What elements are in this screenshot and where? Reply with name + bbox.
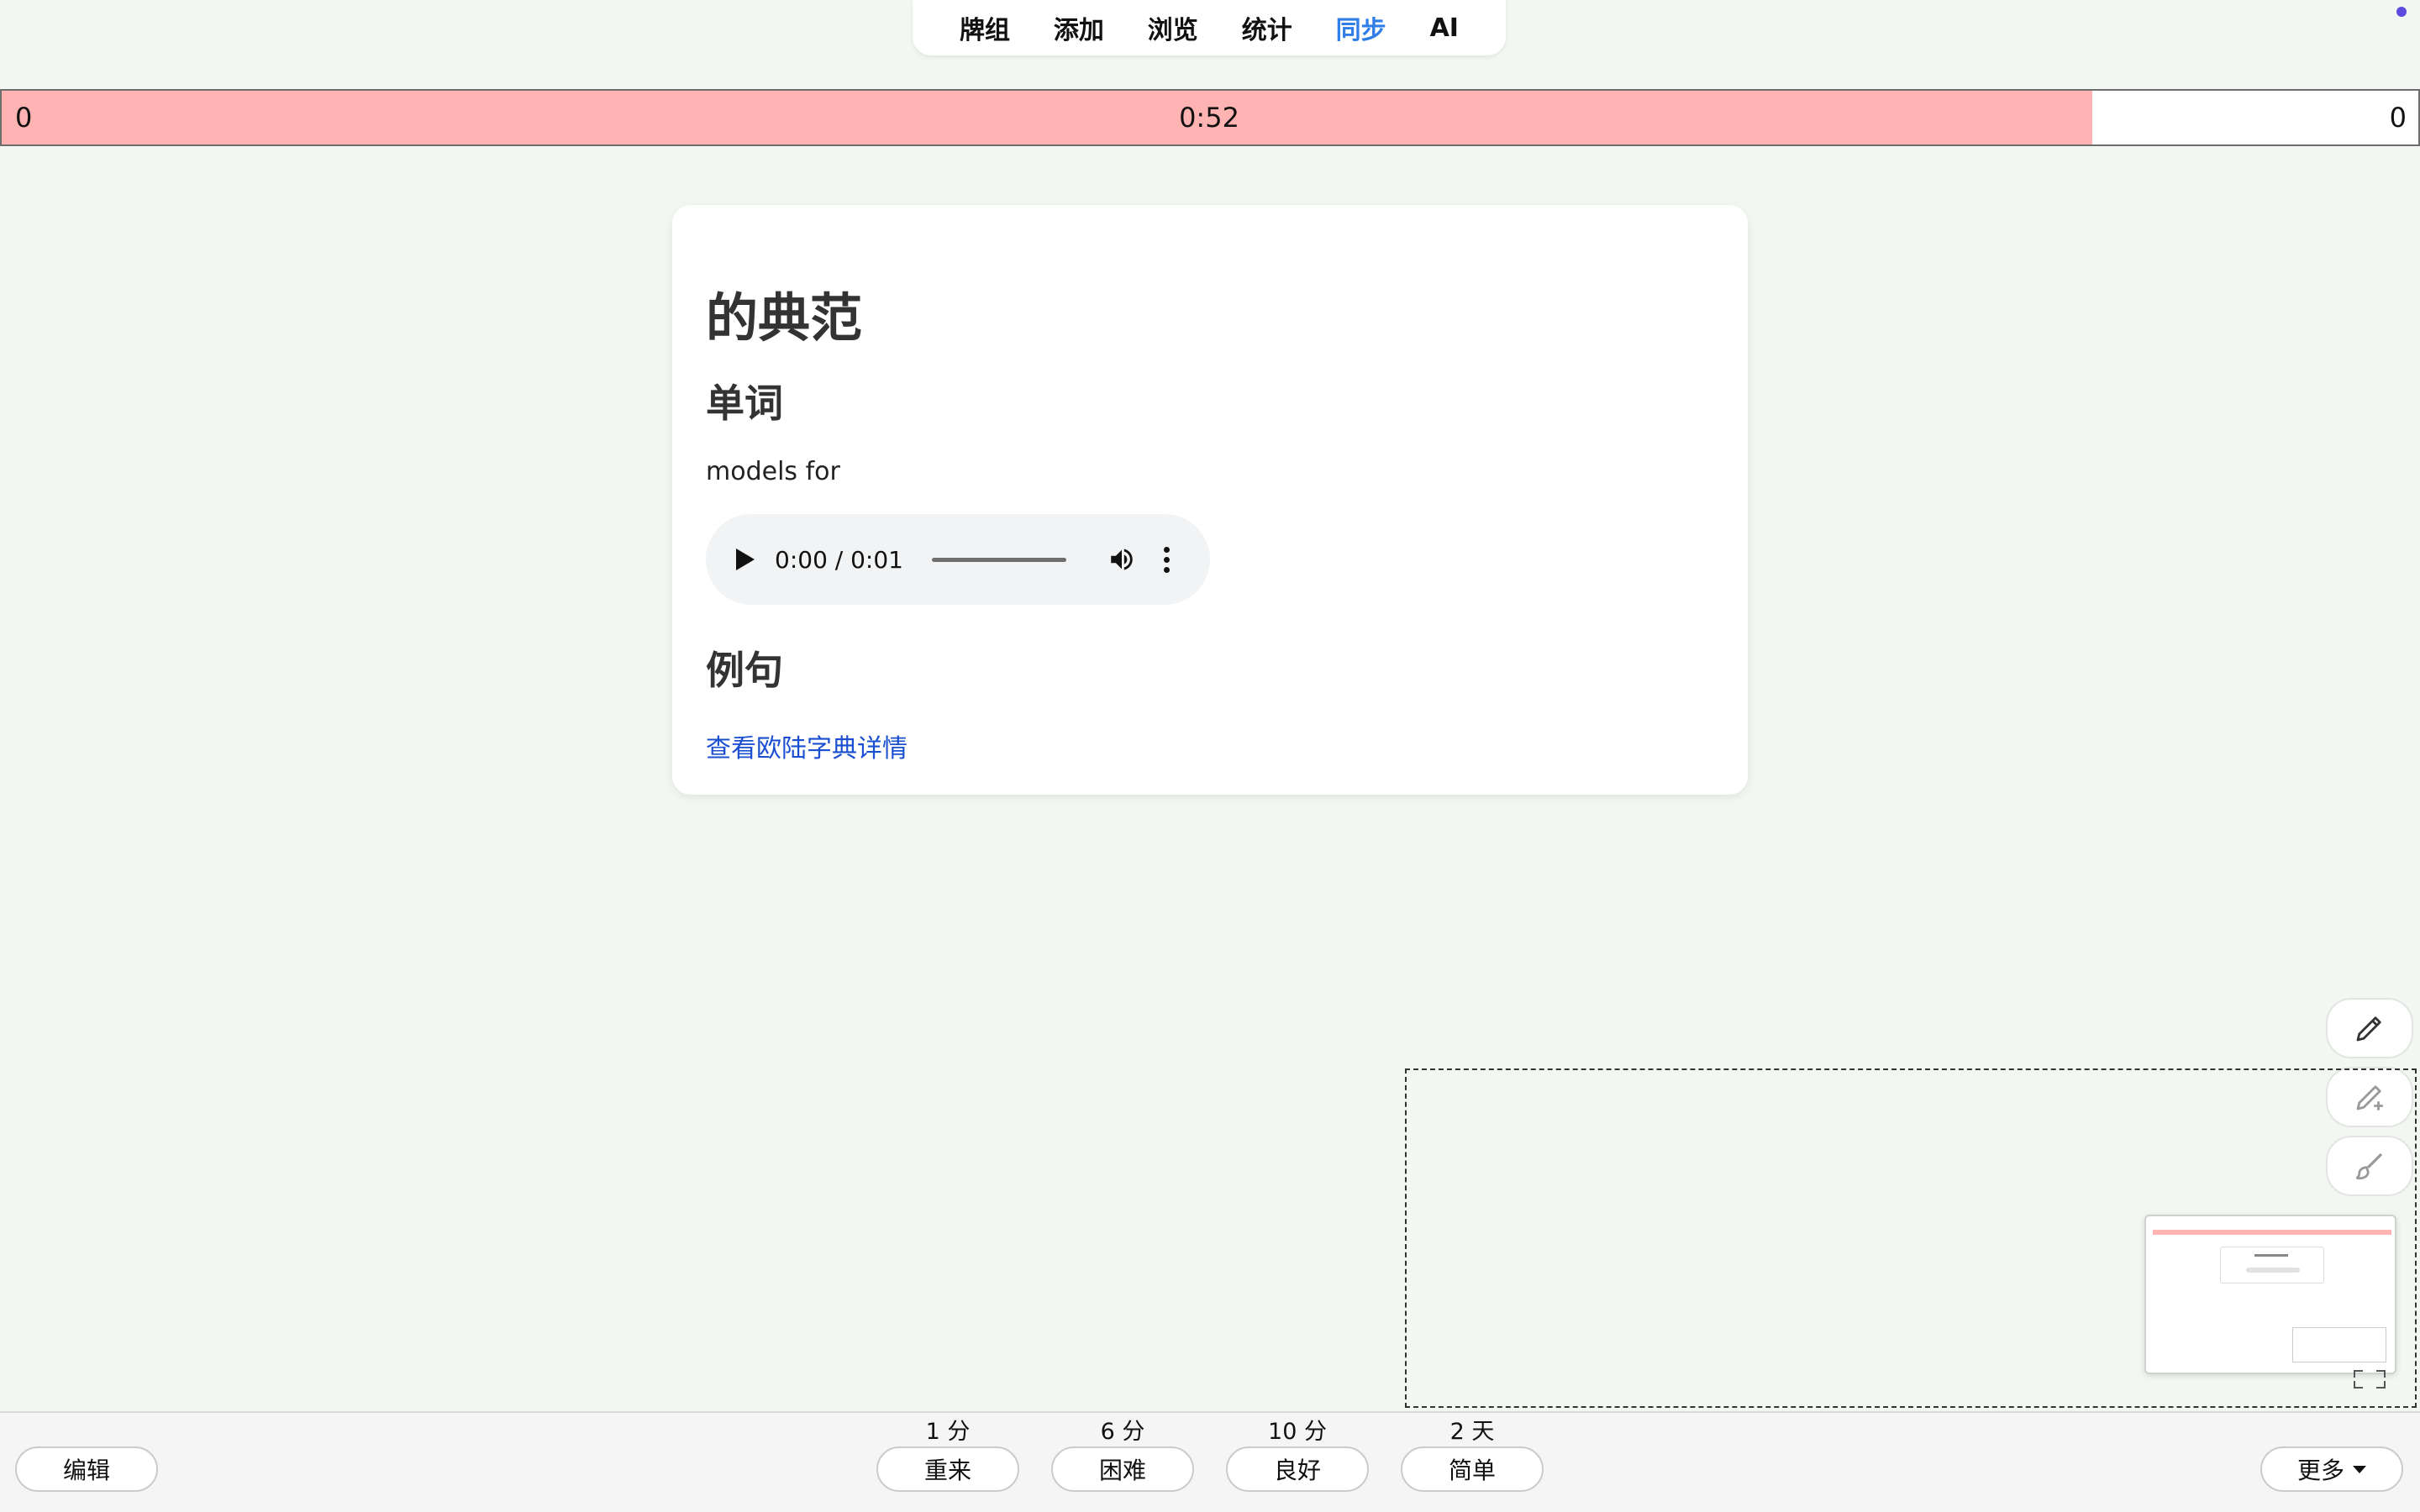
top-nav: 牌组 添加 浏览 统计 同步 AI (913, 0, 1506, 55)
nav-decks[interactable]: 牌组 (951, 4, 1018, 51)
timer-right-count: 0 (2389, 102, 2407, 134)
dictionary-link[interactable]: 查看欧陆字典详情 (706, 727, 908, 764)
fullscreen-icon[interactable] (2353, 1369, 2386, 1389)
nav-add[interactable]: 添加 (1045, 4, 1113, 51)
interval-hard: 6 分 (1100, 1419, 1145, 1445)
edit-button[interactable]: 编辑 (15, 1446, 158, 1492)
audio-player: 0:00 / 0:01 (706, 514, 1210, 605)
example-heading: 例句 (706, 648, 783, 693)
hard-button[interactable]: 困难 (1051, 1446, 1194, 1492)
interval-again: 1 分 (925, 1419, 971, 1445)
sync-status-dot (2396, 7, 2407, 17)
thumbnail-drawing-area (2292, 1327, 2386, 1362)
volume-icon[interactable] (1105, 545, 1139, 574)
nav-browse[interactable]: 浏览 (1139, 4, 1207, 51)
timer-left-count: 0 (15, 102, 33, 134)
timer-bar: 0:52 0 0 (0, 89, 2420, 146)
more-button-label: 更多 (2296, 1457, 2344, 1484)
easy-button-label: 简单 (1448, 1457, 1496, 1484)
nav-stats[interactable]: 统计 (1234, 4, 1301, 51)
timer-elapsed: 0:52 (1179, 102, 1239, 134)
interval-easy: 2 天 (1449, 1419, 1495, 1445)
answer-bar: 编辑 1 分 重来 6 分 困难 10 分 良好 2 天 简单 更多 (0, 1411, 2420, 1512)
easy-button[interactable]: 简单 (1401, 1446, 1544, 1492)
again-button-label: 重来 (923, 1457, 971, 1484)
pencil-icon (2356, 1016, 2381, 1042)
interval-good: 10 分 (1268, 1419, 1327, 1445)
thumbnail-timer-bar (2153, 1230, 2391, 1235)
hard-button-label: 困难 (1098, 1457, 1146, 1484)
caret-down-icon (2353, 1465, 2366, 1473)
thumbnail-card (2220, 1247, 2324, 1284)
nav-sync[interactable]: 同步 (1328, 4, 1395, 51)
good-button[interactable]: 良好 (1226, 1446, 1369, 1492)
word-meaning: models for (706, 457, 840, 486)
audio-seek-bar[interactable] (932, 557, 1066, 562)
word-heading: 单词 (706, 381, 783, 426)
pen-tool-button[interactable] (2326, 998, 2413, 1058)
again-button[interactable]: 重来 (876, 1446, 1019, 1492)
audio-time: 0:00 / 0:01 (775, 545, 903, 574)
edit-button-label: 编辑 (62, 1457, 110, 1484)
more-options-icon[interactable] (1164, 546, 1170, 573)
more-button[interactable]: 更多 (2260, 1446, 2403, 1492)
card-headword: 的典范 (706, 287, 863, 349)
play-icon[interactable] (736, 549, 755, 570)
screen-thumbnail[interactable] (2144, 1215, 2396, 1374)
good-button-label: 良好 (1273, 1457, 1321, 1484)
nav-ai[interactable]: AI (1422, 8, 1467, 48)
